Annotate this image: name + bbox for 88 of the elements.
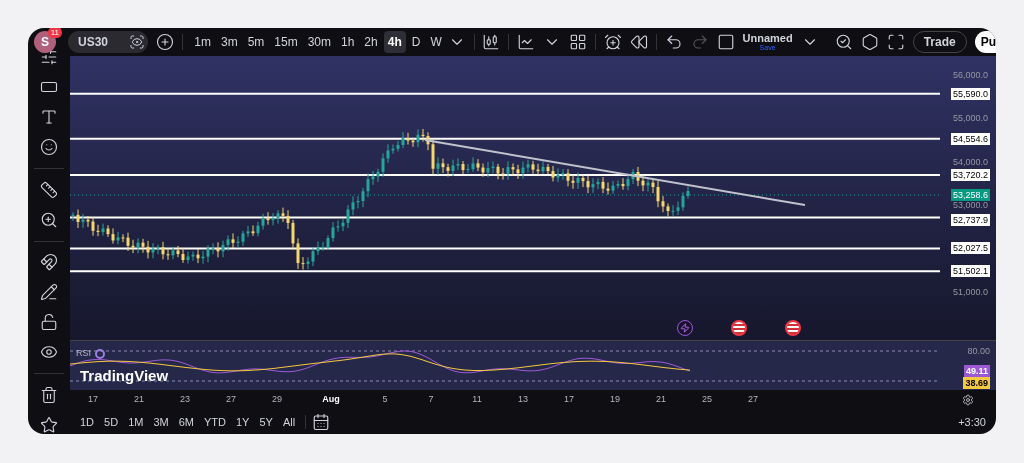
price-tick: 55,000.0 <box>952 112 988 126</box>
current-price-label: 53,258.6 <box>950 188 990 201</box>
time-label: Aug <box>321 393 341 407</box>
interval-tab[interactable]: D <box>407 31 425 53</box>
time-label: 11 <box>471 393 483 407</box>
time-label: 21 <box>133 393 145 407</box>
price-label: 52,737.9 <box>950 213 990 226</box>
add-symbol-icon[interactable] <box>155 33 174 51</box>
price-tick: 56,000.0 <box>952 69 988 83</box>
price-label: 53,720.2 <box>950 168 990 181</box>
lightning-event-icon[interactable] <box>677 320 693 336</box>
candlestick-icon[interactable] <box>482 33 501 51</box>
time-label: 29 <box>271 393 283 407</box>
star-icon[interactable] <box>40 416 58 434</box>
chart-plot[interactable] <box>70 56 940 340</box>
interval-tab[interactable]: 1m <box>190 31 215 53</box>
rsi-value-label: 38.69 <box>963 377 990 389</box>
ruler-icon[interactable] <box>40 180 58 199</box>
settings-icon[interactable] <box>962 394 974 406</box>
range-button[interactable]: 1Y <box>231 413 254 431</box>
rewind-icon[interactable] <box>629 33 648 51</box>
time-label: 7 <box>427 393 435 407</box>
time-label: 5 <box>381 393 389 407</box>
range-button[interactable]: All <box>278 413 300 431</box>
interval-tab[interactable]: 3m <box>216 31 242 53</box>
time-label: 17 <box>87 393 99 407</box>
layout-grid-icon[interactable] <box>569 33 588 51</box>
time-label: 17 <box>563 393 575 407</box>
range-button[interactable]: YTD <box>199 413 230 431</box>
time-label: 19 <box>609 393 621 407</box>
range-button[interactable]: 3M <box>149 413 173 431</box>
trend-line[interactable] <box>424 139 806 206</box>
horizontal-line[interactable] <box>70 173 940 176</box>
settings-icon[interactable] <box>860 33 879 51</box>
time-label: 23 <box>179 393 191 407</box>
price-label: 54,554.6 <box>950 132 990 145</box>
interval-tab[interactable]: W <box>426 31 446 53</box>
undo-icon[interactable] <box>664 33 683 51</box>
lines-tool-icon[interactable] <box>40 48 58 66</box>
layout-name[interactable]: Unnamed <box>742 33 793 44</box>
rsi-tick: 80.00 <box>967 345 990 357</box>
tradingview-logo: TradingView <box>80 366 169 386</box>
text-tool-icon[interactable] <box>40 108 58 126</box>
interval-tab[interactable]: 4h <box>383 31 406 53</box>
flag-event-icon[interactable] <box>785 320 801 336</box>
trash-icon[interactable] <box>40 386 58 404</box>
square-icon[interactable] <box>716 33 735 51</box>
interval-tab[interactable]: 30m <box>303 31 335 53</box>
time-label: 21 <box>655 393 667 407</box>
fullscreen-icon[interactable] <box>886 33 905 51</box>
publish-button[interactable]: Pu <box>974 31 996 53</box>
quick-search-icon[interactable] <box>834 33 853 51</box>
range-button[interactable]: 5D <box>100 413 123 431</box>
flag-event-icon[interactable] <box>731 320 747 336</box>
horizontal-line[interactable] <box>70 137 940 140</box>
price-tick: 51,000.0 <box>952 286 988 300</box>
price-label: 52,027.5 <box>950 242 990 255</box>
range-button[interactable]: 1M <box>124 413 148 431</box>
symbol-search-field[interactable]: US30 <box>68 31 148 53</box>
horizontal-line[interactable] <box>70 270 940 273</box>
interval-tab[interactable]: 1h <box>337 31 359 53</box>
range-button[interactable]: 1D <box>76 413 99 431</box>
interval-tab[interactable]: 2h <box>360 31 382 53</box>
notification-badge: 11 <box>47 28 62 38</box>
calendar-icon[interactable] <box>312 413 331 431</box>
alarm-clock-icon[interactable] <box>603 33 622 51</box>
interval-tab[interactable]: 5m <box>243 31 269 53</box>
rsi-value-label: 49.11 <box>963 365 990 377</box>
unlocked-icon[interactable] <box>40 313 58 332</box>
indicators-icon[interactable] <box>517 33 536 51</box>
price-tick: 53,000.0 <box>952 199 988 213</box>
rsi-label: RSI <box>76 347 91 360</box>
magnet-icon[interactable] <box>40 253 58 272</box>
range-button[interactable]: 5Y <box>255 413 277 431</box>
smiley-icon[interactable] <box>40 138 58 156</box>
zoom-in-icon[interactable] <box>40 210 58 229</box>
timezone-label[interactable]: +3:30 <box>958 413 990 431</box>
time-label: 27 <box>225 393 237 407</box>
time-label: 25 <box>701 393 713 407</box>
price-tick: 54,000.0 <box>952 156 988 170</box>
range-button[interactable]: 6M <box>174 413 198 431</box>
rsi-pane[interactable]: RSI TradingView <box>70 341 940 390</box>
time-label: 27 <box>747 393 759 407</box>
interval-tab[interactable]: 15m <box>270 31 302 53</box>
price-label: 51,502.1 <box>950 265 990 278</box>
eye-icon[interactable] <box>128 34 145 50</box>
price-label: 55,590.0 <box>950 87 990 100</box>
time-label: 13 <box>517 393 529 407</box>
